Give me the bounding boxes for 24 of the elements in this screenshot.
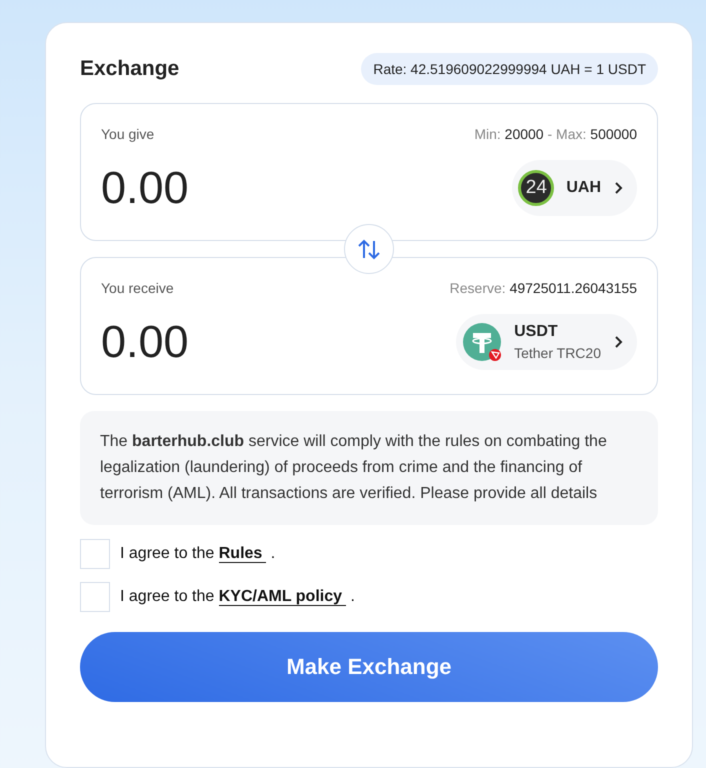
checkbox[interactable]: [80, 539, 110, 569]
aml-notice: The barterhub.club service will comply with the rules on combating the legalization (laundering) of proceeds from crime and the financing of terrorism (AML). All transactions are verified. Please provide all details: [80, 411, 658, 525]
amount-field[interactable]: 0.00: [101, 162, 341, 214]
chevron-right-icon: [613, 335, 623, 349]
tether-logo-icon: [462, 322, 502, 362]
panel-label: You give: [101, 126, 154, 142]
currency-selector[interactable]: USDT Tether TRC20: [456, 314, 637, 370]
limit-text: Min: 20000 - Max: 500000: [474, 126, 637, 142]
agreement-text: I agree to the KYC/AML policy .: [120, 588, 355, 606]
chevron-right-icon: [613, 181, 623, 195]
make-exchange-button[interactable]: Make Exchange: [80, 632, 658, 702]
limit-text: Reserve: 49725011.26043155: [450, 280, 637, 296]
agreement-text: I agree to the Rules .: [120, 545, 276, 563]
form-title: Exchange: [80, 57, 180, 81]
rate-badge: Rate: 42.519609022999994 UAH = 1 USDT: [361, 53, 658, 85]
checkbox[interactable]: [80, 582, 110, 612]
policy-link[interactable]: Rules: [218, 545, 266, 563]
swap-arrows-icon: [357, 238, 381, 260]
amount-field[interactable]: 0.00: [101, 316, 341, 368]
currency-selector[interactable]: 24 UAH: [512, 160, 637, 216]
panel-label: You receive: [101, 280, 174, 296]
policy-link[interactable]: KYC/AML policy: [218, 588, 346, 606]
swap-button[interactable]: [344, 224, 394, 274]
currency-logo: 24: [518, 170, 554, 206]
